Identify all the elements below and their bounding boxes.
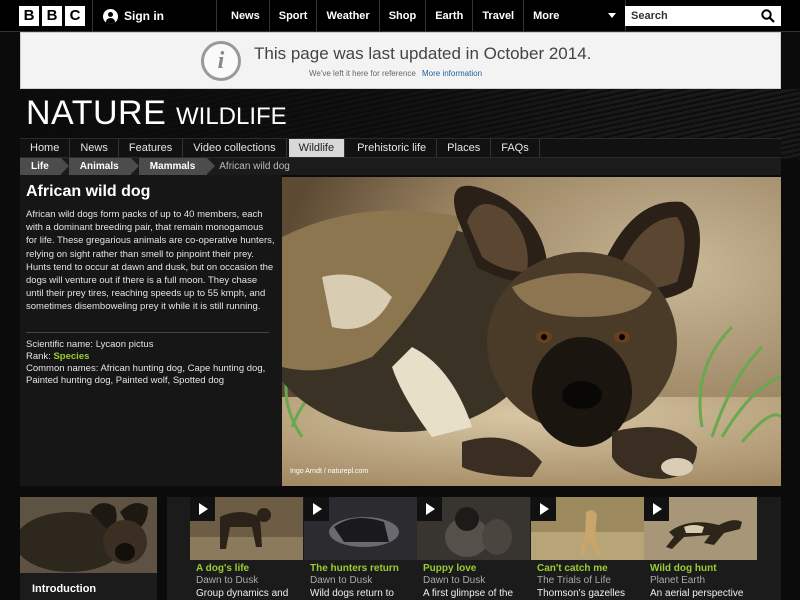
clip-card[interactable]: The hunters return Dawn to Dusk Wild dog… <box>304 497 417 600</box>
clip-description: Thomson's gazelles <box>537 588 626 599</box>
clip-series: Dawn to Dusk <box>196 575 259 586</box>
rank-link[interactable]: Species <box>53 351 89 362</box>
rank-label: Rank: <box>26 351 51 362</box>
photo-credit: Ingo Arndt / naturepl.com <box>290 468 369 475</box>
scientific-name-label: Scientific name: <box>26 339 94 350</box>
global-nav: News Sport Weather Shop Earth Travel Mor… <box>222 0 627 32</box>
archive-notice: i This page was last updated in October … <box>20 32 781 89</box>
tab-news[interactable]: News <box>70 139 119 157</box>
wild-dog-illustration <box>282 177 781 486</box>
intro-thumbnail-image <box>20 497 157 573</box>
clip-series: Planet Earth <box>650 575 706 586</box>
species-description: African wild dogs form packs of up to 40… <box>26 209 275 313</box>
divider <box>26 332 269 333</box>
nav-more-button[interactable]: More <box>524 0 627 32</box>
clip-title: The hunters return <box>310 563 399 574</box>
clip-series: Dawn to Dusk <box>423 575 486 586</box>
search-icon[interactable] <box>761 9 775 23</box>
breadcrumb-animals[interactable]: Animals <box>68 158 139 175</box>
breadcrumb: Life Animals Mammals African wild dog <box>20 158 781 175</box>
hero-image-wild-dog <box>282 177 781 486</box>
tab-home[interactable]: Home <box>20 139 71 157</box>
site-title[interactable]: NATURE <box>26 94 166 133</box>
clip-card[interactable]: Puppy love Dawn to Dusk A first glimpse … <box>417 497 530 600</box>
nav-shop[interactable]: Shop <box>380 0 427 32</box>
search-input[interactable] <box>625 10 755 22</box>
scientific-name: Lycaon pictus <box>95 339 154 350</box>
common-names-label: Common names: <box>26 363 99 374</box>
introduction-label: Introduction <box>32 583 97 595</box>
species-article: African wild dog African wild dogs form … <box>20 175 282 486</box>
clip-thumbnail <box>531 497 644 560</box>
tab-wildlife[interactable]: Wildlife <box>288 139 346 157</box>
info-icon: i <box>201 41 241 81</box>
notice-title: This page was last updated in October 20… <box>254 44 592 63</box>
logo-letter-b2: B <box>42 5 62 26</box>
play-icon[interactable] <box>304 497 329 521</box>
clip-card[interactable]: Wild dog hunt Planet Earth An aerial per… <box>644 497 757 600</box>
user-icon <box>103 8 118 24</box>
play-icon[interactable] <box>531 497 556 521</box>
tab-video-collections[interactable]: Video collections <box>183 139 287 157</box>
nav-weather[interactable]: Weather <box>317 0 380 32</box>
bbc-top-bar: B B C Sign in News Sport Weather Shop Ea… <box>0 0 800 32</box>
site-subtitle[interactable]: WILDLIFE <box>176 103 287 131</box>
signin-button[interactable]: Sign in <box>92 0 217 32</box>
breadcrumb-current: African wild dog <box>219 161 290 172</box>
tab-features[interactable]: Features <box>119 139 184 157</box>
tab-prehistoric-life[interactable]: Prehistoric life <box>347 139 438 157</box>
clip-thumbnail <box>304 497 417 560</box>
clip-description: A first glimpse of the <box>423 588 514 599</box>
breadcrumb-life[interactable]: Life <box>20 158 69 175</box>
notice-subtitle-text: We've left it here for reference <box>309 69 416 78</box>
bbc-logo[interactable]: B B C <box>19 5 85 26</box>
notice-subtitle: We've left it here for reference More in… <box>309 69 482 78</box>
nav-travel[interactable]: Travel <box>473 0 525 32</box>
logo-letter-b1: B <box>19 5 39 26</box>
breadcrumb-mammals[interactable]: Mammals <box>138 158 215 175</box>
nav-news[interactable]: News <box>222 0 270 32</box>
video-clips-strip: A dog's life Dawn to Dusk Group dynamics… <box>167 497 781 600</box>
clip-thumbnail <box>417 497 530 560</box>
clip-title: Can't catch me <box>537 563 608 574</box>
more-information-link[interactable]: More information <box>422 69 482 78</box>
tab-places[interactable]: Places <box>437 139 492 157</box>
nav-sport[interactable]: Sport <box>270 0 318 32</box>
tab-faqs[interactable]: FAQs <box>491 139 540 157</box>
search-box <box>625 6 781 26</box>
clip-description: Group dynamics and <box>196 588 289 599</box>
clip-title: Wild dog hunt <box>650 563 717 574</box>
clip-card[interactable]: Can't catch me The Trials of Life Thomso… <box>531 497 644 600</box>
introduction-thumbnail <box>20 497 157 573</box>
clip-card[interactable]: A dog's life Dawn to Dusk Group dynamics… <box>190 497 303 600</box>
nav-earth[interactable]: Earth <box>426 0 474 32</box>
clip-series: The Trials of Life <box>537 575 611 586</box>
clip-series: Dawn to Dusk <box>310 575 373 586</box>
play-icon[interactable] <box>417 497 442 521</box>
signin-label: Sign in <box>124 9 164 23</box>
clip-description: Wild dogs return to <box>310 588 394 599</box>
introduction-card[interactable]: Introduction <box>20 497 157 600</box>
species-title: African wild dog <box>26 183 151 200</box>
section-nav: Home News Features Video collections Wil… <box>20 138 781 158</box>
clip-thumbnail <box>644 497 757 560</box>
play-icon[interactable] <box>190 497 215 521</box>
clip-title: A dog's life <box>196 563 250 574</box>
logo-letter-c: C <box>65 5 85 26</box>
clip-thumbnail <box>190 497 303 560</box>
species-facts: Scientific name: Lycaon pictus Rank: Spe… <box>26 339 276 387</box>
chevron-down-icon <box>608 13 617 18</box>
more-label: More <box>533 10 560 22</box>
play-icon[interactable] <box>644 497 669 521</box>
clip-title: Puppy love <box>423 563 477 574</box>
clip-description: An aerial perspective <box>650 588 744 599</box>
